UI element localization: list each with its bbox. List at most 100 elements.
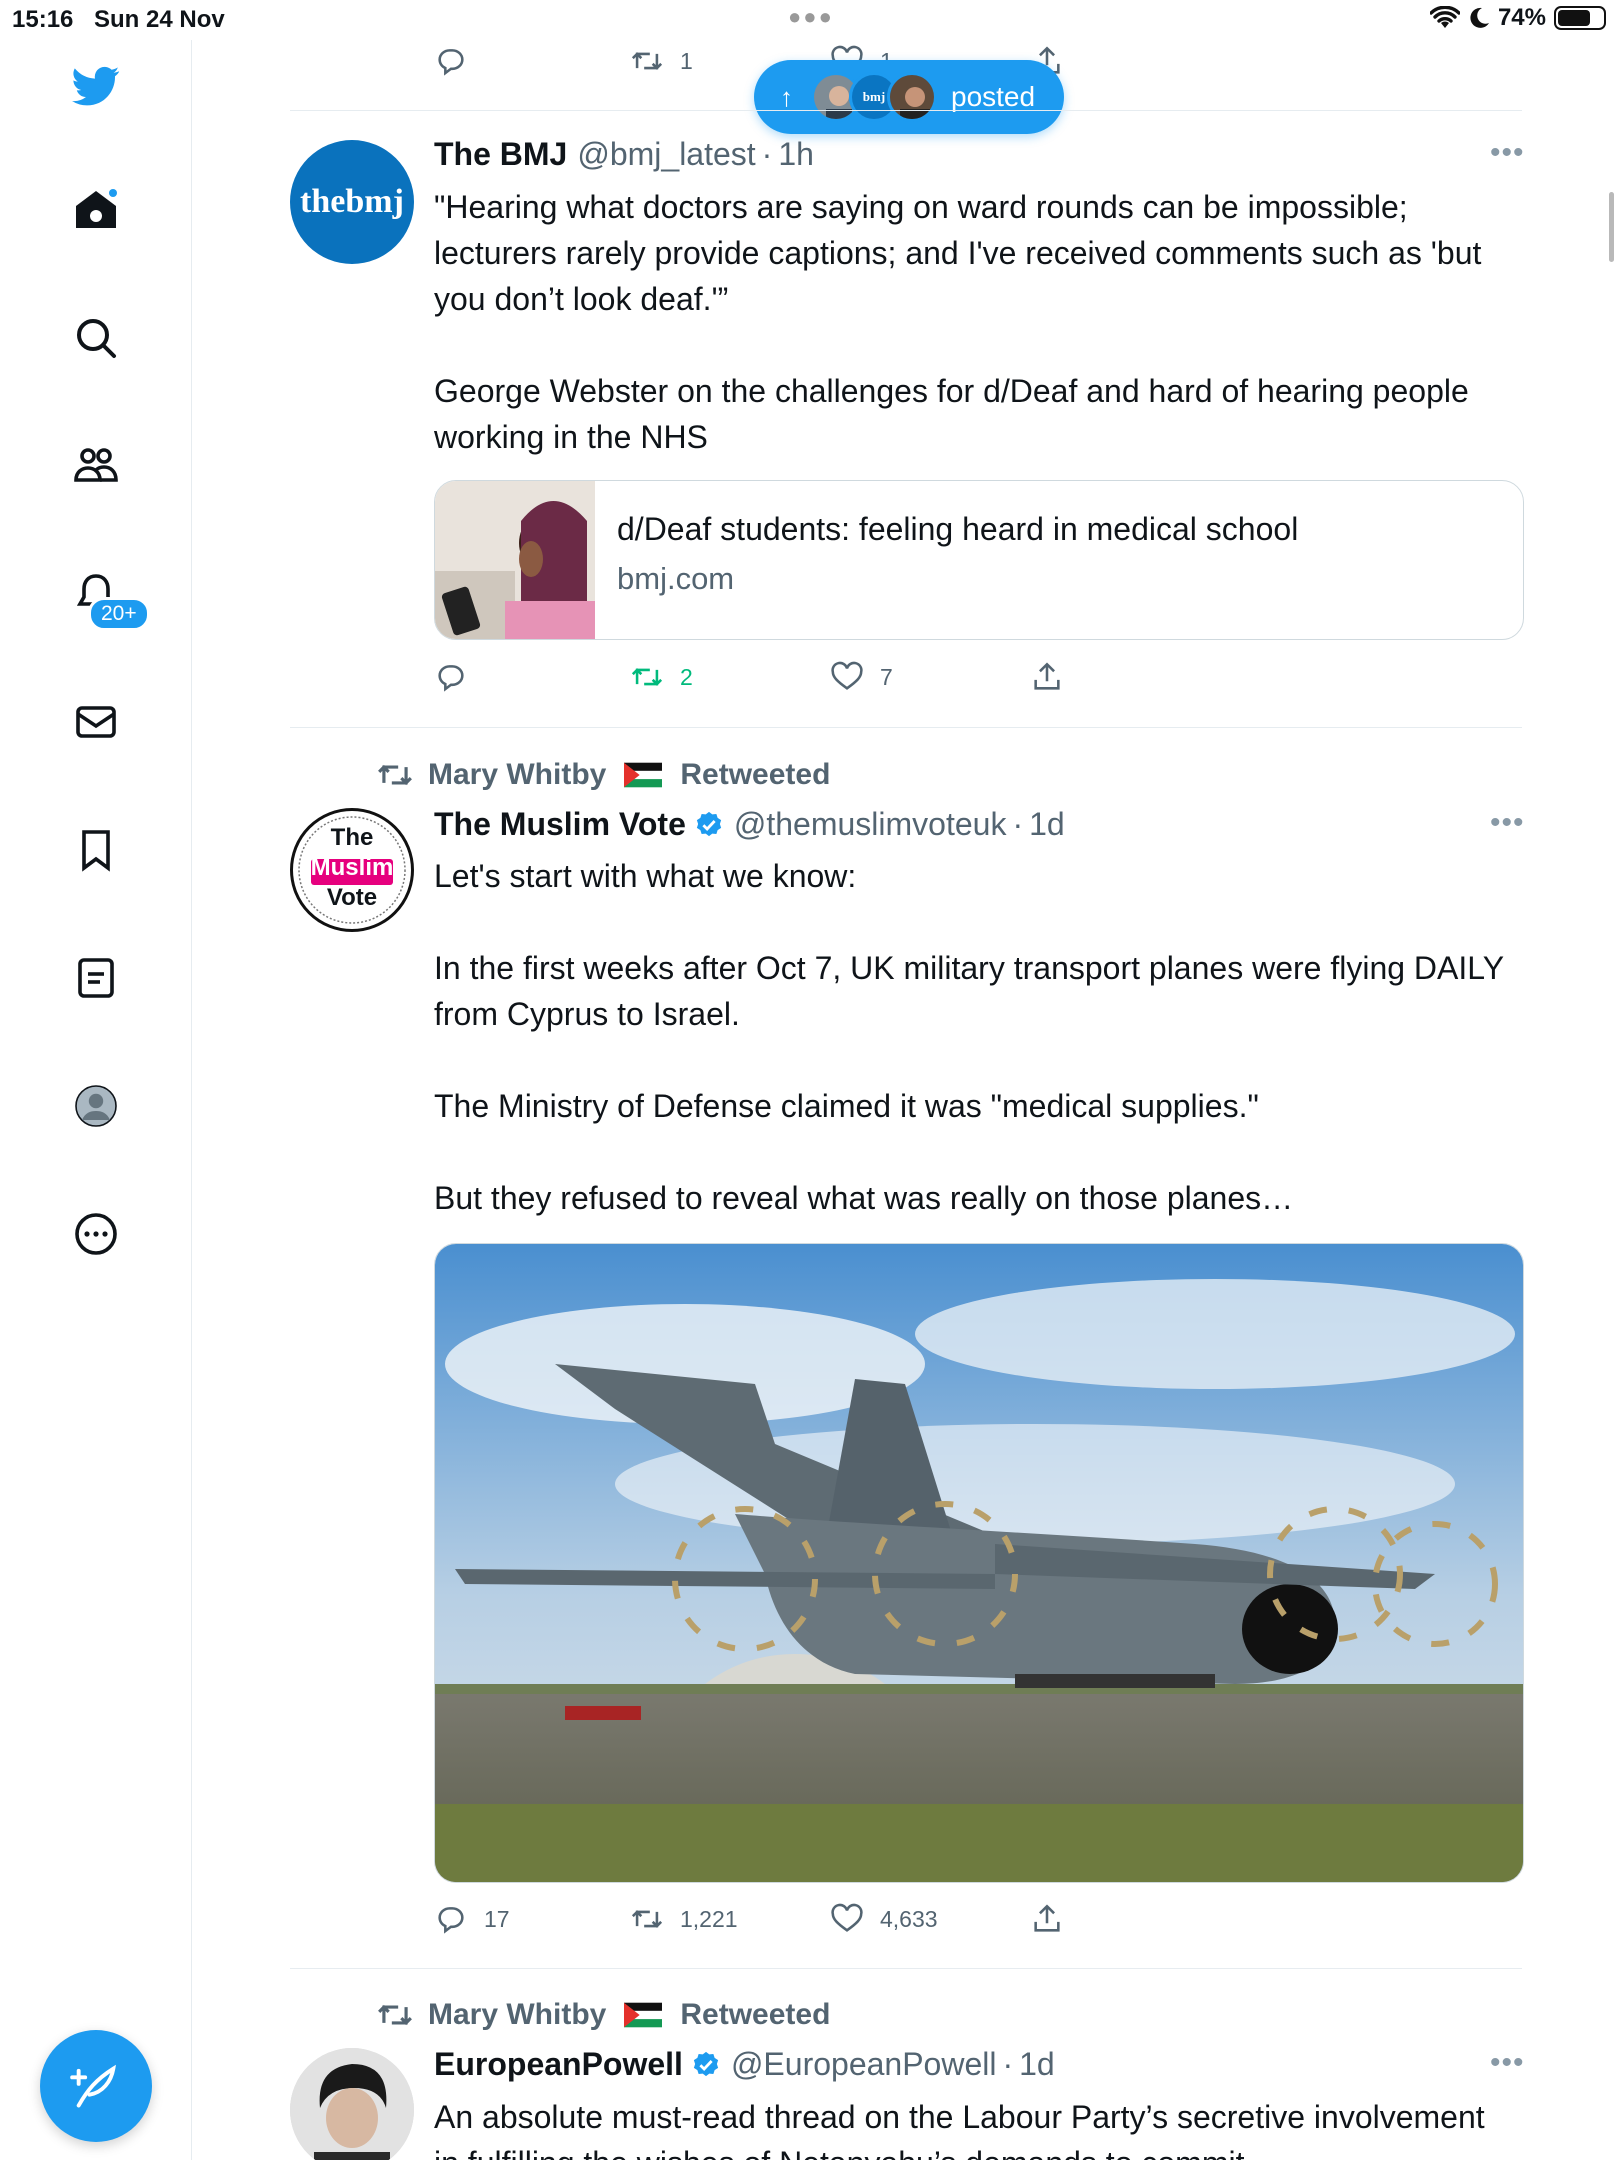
notification-badge: 20+ [88, 597, 150, 631]
more-options-icon[interactable]: ••• [1490, 2046, 1525, 2080]
avatar-text: The Muslim Vote [293, 823, 411, 913]
author-handle[interactable]: @EuropeanPowell [731, 2046, 997, 2083]
moon-icon [1470, 7, 1489, 28]
wifi-icon [1429, 6, 1460, 28]
retweet-count: 1,221 [680, 1905, 738, 1932]
retweet-icon [631, 1910, 663, 1928]
tweet-image[interactable] [434, 1243, 1524, 1883]
posted-label: posted [951, 81, 1036, 112]
mail-icon [76, 706, 116, 738]
reply-icon [438, 1907, 464, 1934]
status-date: Sun 24 Nov [94, 6, 225, 33]
status-bar: 15:16 Sun 24 Nov ●●● 74% [0, 0, 1620, 40]
like-button[interactable]: 7 [830, 660, 1030, 694]
status-time: 15:16 [12, 6, 74, 33]
link-card[interactable]: d/Deaf students: feeling heard in medica… [434, 480, 1524, 640]
retweet-button[interactable]: 2 [630, 660, 830, 694]
sidebar-item-messages[interactable] [70, 696, 122, 748]
list-icon [78, 958, 114, 998]
tweet-time[interactable]: 1h [778, 136, 814, 173]
author-handle[interactable]: @themuslimvoteuk [734, 806, 1007, 843]
poster-avatar [887, 72, 937, 122]
author-avatar[interactable]: The Muslim Vote [290, 808, 414, 932]
verified-badge-icon [696, 811, 721, 836]
share-button[interactable] [1030, 1902, 1064, 1936]
more-circle-icon [75, 1213, 117, 1255]
multitasking-dots-icon[interactable]: ●●● [788, 4, 834, 30]
scrollbar[interactable] [1609, 192, 1614, 262]
heart-icon [831, 1903, 863, 1932]
tweet-header: The Muslim Vote @themuslimvoteuk · 1d [434, 806, 1065, 843]
sidebar-item-bookmarks[interactable] [70, 824, 122, 876]
avatar-text-line: Muslim [310, 854, 394, 881]
reply-button[interactable]: 17 [434, 1902, 630, 1936]
palestine-flag-icon [624, 762, 663, 788]
like-button[interactable]: 4,633 [830, 1902, 1030, 1936]
retweet-count: 1 [680, 47, 693, 74]
retweeted-label: Retweeted [680, 1998, 831, 2031]
retweeter-name[interactable]: Mary Whitby [428, 758, 606, 792]
retweet-icon [378, 764, 412, 786]
separator-dot: · [1002, 2046, 1014, 2082]
reply-button[interactable] [434, 660, 630, 694]
author-handle[interactable]: @bmj_latest [577, 136, 755, 173]
home-icon [76, 189, 117, 228]
like-count: 4,633 [880, 1905, 938, 1932]
battery-icon [1554, 6, 1606, 30]
palestine-flag-icon [624, 2002, 663, 2028]
link-card-thumbnail [435, 481, 595, 639]
more-options-icon[interactable]: ••• [1490, 136, 1525, 170]
retweet-button[interactable]: 1,221 [630, 1902, 830, 1936]
more-options-icon[interactable]: ••• [1490, 806, 1525, 840]
author-name[interactable]: The BMJ [434, 136, 567, 173]
tweet-header: The BMJ @bmj_latest · 1h [434, 136, 814, 173]
search-icon [77, 319, 116, 358]
author-avatar[interactable] [290, 2048, 414, 2160]
status-indicators: 74% [1429, 4, 1606, 32]
people-icon [74, 448, 118, 482]
tweet-time[interactable]: 1d [1029, 806, 1065, 843]
heart-icon [831, 661, 863, 690]
divider [290, 1968, 1522, 1969]
author-name[interactable]: The Muslim Vote [434, 806, 686, 843]
retweeter-name[interactable]: Mary Whitby [428, 1998, 606, 2032]
sidebar-item-home[interactable] [70, 184, 122, 236]
battery-fill [1558, 10, 1590, 26]
sidebar-item-lists[interactable] [70, 952, 122, 1004]
sidebar-item-profile[interactable] [70, 1080, 122, 1132]
divider [290, 727, 1522, 728]
avatar-text-line: Vote [326, 884, 378, 911]
sidebar-item-more[interactable] [70, 1208, 122, 1260]
aircraft-photo [435, 1244, 1523, 1882]
sidebar: 20+ [0, 40, 192, 2160]
tweet-time[interactable]: 1d [1019, 2046, 1055, 2083]
sidebar-item-communities[interactable] [70, 440, 122, 492]
like-count: 7 [880, 663, 893, 690]
twitter-logo-icon[interactable] [70, 60, 122, 112]
reply-icon [438, 49, 464, 76]
author-name[interactable]: EuropeanPowell [434, 2046, 683, 2083]
retweeted-by: Mary Whitby Retweeted [376, 756, 830, 794]
author-avatar[interactable]: thebmj [290, 140, 414, 264]
tweet-text: "Hearing what doctors are saying on ward… [434, 189, 1482, 455]
share-icon [1034, 1904, 1060, 1932]
tweet-actions: 2 7 [434, 660, 1064, 694]
retweet-count: 2 [680, 663, 693, 690]
retweeted-by: Mary Whitby Retweeted [376, 1996, 830, 2034]
compose-tweet-button[interactable] [40, 2030, 152, 2142]
tweet-header: EuropeanPowell @EuropeanPowell · 1d [434, 2046, 1055, 2083]
tweet-text: An absolute must-read thread on the Labo… [434, 2099, 1485, 2160]
tweet-text: Let's start with what we know: In the fi… [434, 858, 1504, 1216]
reply-count: 17 [484, 1905, 510, 1932]
retweet-icon [631, 668, 663, 686]
share-button[interactable] [1030, 660, 1064, 694]
new-posts-pill[interactable]: ↑ bmj posted [754, 60, 1064, 134]
retweeted-label: Retweeted [680, 758, 831, 791]
separator-dot: · [1012, 806, 1024, 842]
link-card-title: d/Deaf students: feeling heard in medica… [617, 511, 1299, 547]
tweet-actions: 17 1,221 4,633 [434, 1902, 1064, 1936]
sidebar-item-explore[interactable] [70, 312, 122, 364]
reply-icon [438, 665, 464, 692]
verified-badge-icon [693, 2051, 719, 2076]
reply-button[interactable] [434, 44, 630, 78]
